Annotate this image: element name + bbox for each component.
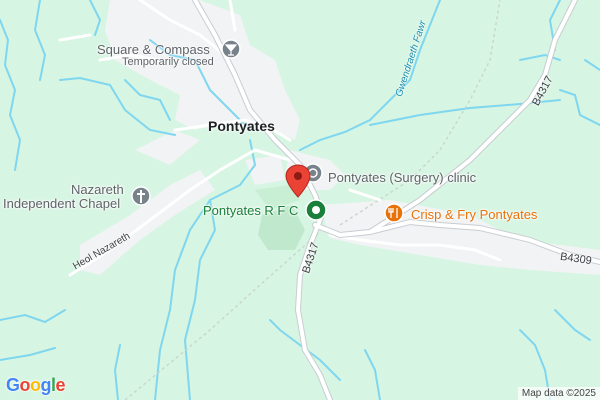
restaurant-label[interactable]: Crisp & Fry Pontyates — [411, 207, 537, 222]
logo-letter-o2: o — [30, 375, 41, 395]
logo-letter-o1: o — [19, 375, 31, 395]
cocktail-icon — [221, 39, 241, 59]
map-canvas[interactable]: Pontyates Square & Compass Temporarily c… — [0, 0, 600, 400]
restaurant-icon — [384, 203, 404, 223]
cross-icon — [131, 186, 151, 206]
square-compass-status: Temporarily closed — [122, 56, 214, 68]
logo-letter-g: G — [6, 375, 20, 395]
logo-letter-e: e — [55, 375, 66, 395]
rail-line — [124, 231, 321, 400]
clinic-label[interactable]: Pontyates (Surgery) clinic — [328, 170, 476, 185]
rfc-label[interactable]: Pontyates R F C — [203, 203, 298, 218]
chapel-name-line1: Nazareth — [71, 182, 124, 197]
sports-ground-icon — [305, 199, 327, 221]
town-label: Pontyates — [208, 118, 275, 134]
map-attribution[interactable]: Map data ©2025 — [517, 387, 600, 400]
chapel-name-line2[interactable]: Independent Chapel — [3, 196, 120, 211]
google-logo[interactable]: Google — [6, 375, 66, 396]
logo-letter-g2: g — [40, 375, 52, 395]
